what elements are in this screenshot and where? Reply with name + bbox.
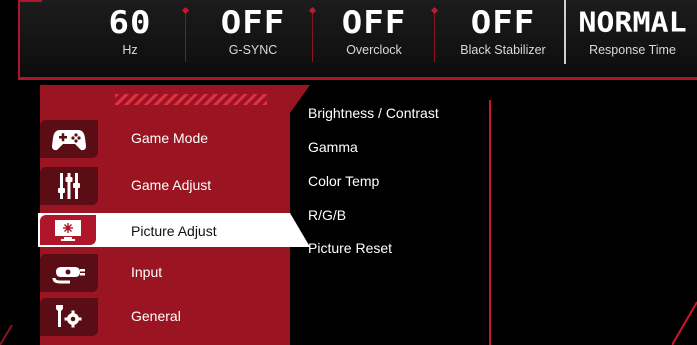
black-stabilizer-label: Black Stabilizer [460, 43, 546, 57]
status-separator [434, 12, 435, 62]
refresh-rate-value: 60 [108, 4, 152, 42]
submenu-item-gamma[interactable]: Gamma [308, 139, 358, 155]
cable-plug-icon [40, 254, 98, 292]
overclock-value: OFF [341, 4, 407, 42]
menu-item-label: Game Mode [131, 130, 209, 146]
menu-item-label: Input [131, 264, 163, 280]
menu-item-general[interactable]: General [38, 296, 290, 336]
wrench-gear-icon [40, 298, 98, 336]
menu-item-input[interactable]: Input [38, 252, 290, 292]
menu-item-label: General [131, 308, 181, 324]
submenu-item-color-temp[interactable]: Color Temp [308, 173, 379, 189]
menu-item-picture-adjust[interactable]: Picture Adjust [38, 213, 310, 247]
refresh-rate-label: Hz [122, 43, 138, 57]
submenu-divider [489, 100, 491, 345]
corner-accent [0, 325, 13, 345]
status-separator [185, 12, 186, 62]
osd-screen: 60 Hz OFF G-SYNC OFF Overclock OFF Black… [0, 0, 697, 345]
status-separator [312, 12, 313, 62]
status-bar-underline [20, 77, 697, 80]
submenu-item-picture-reset[interactable]: Picture Reset [308, 240, 392, 256]
gsync-label: G-SYNC [228, 43, 278, 57]
response-time-value: NORMAL [578, 6, 687, 39]
status-black-stabilizer: OFF Black Stabilizer [444, 0, 562, 64]
status-overclock: OFF Overclock [320, 0, 428, 64]
status-gsync: OFF G-SYNC [198, 0, 308, 64]
response-time-label: Response Time [589, 43, 676, 57]
monitor-brightness-icon [40, 215, 96, 245]
status-bar-corner-accent [18, 0, 42, 20]
submenu-item-brightness-contrast[interactable]: Brightness / Contrast [308, 105, 439, 121]
gsync-value: OFF [220, 4, 286, 42]
menu-item-label: Picture Adjust [131, 223, 217, 239]
gamepad-icon [40, 120, 98, 158]
status-bar: 60 Hz OFF G-SYNC OFF Overclock OFF Black… [18, 0, 697, 80]
corner-accent [672, 301, 697, 345]
menu-item-label: Game Adjust [131, 177, 212, 193]
sliders-icon [40, 167, 98, 205]
overclock-label: Overclock [346, 43, 402, 57]
status-refresh-rate: 60 Hz [80, 0, 180, 64]
status-response-time: NORMAL Response Time [564, 0, 697, 64]
menu-hatch-decoration [115, 94, 267, 105]
black-stabilizer-value: OFF [470, 4, 536, 42]
menu-item-game-mode[interactable]: Game Mode [38, 118, 290, 158]
menu-item-game-adjust[interactable]: Game Adjust [38, 165, 290, 205]
submenu-item-rgb[interactable]: R/G/B [308, 207, 346, 223]
